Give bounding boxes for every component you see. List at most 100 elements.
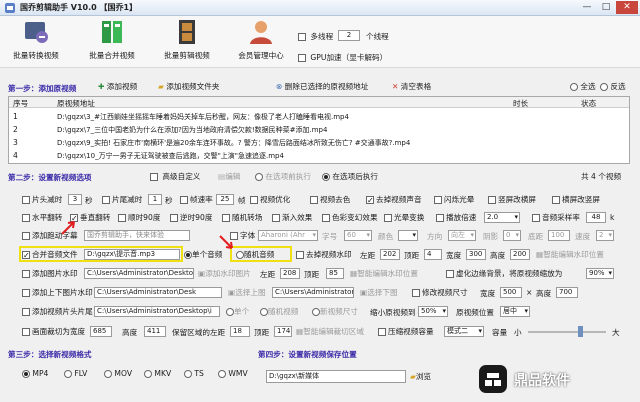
table-row-path[interactable]: D:\gqzx\9_实拍! 石家庄市'南横环'是遍20余车连环事故。? 警方：降… (57, 138, 410, 148)
add-head-tail-option[interactable]: 添加视频片头片尾 (22, 306, 93, 318)
random-video-radio[interactable] (260, 308, 268, 316)
tail-cut-checkbox[interactable] (102, 196, 110, 204)
advanced-option[interactable]: 高级自定义 (150, 171, 200, 183)
optimize-option[interactable]: 视频优化 (250, 194, 290, 206)
blur-bg-option[interactable]: 虚化边缘背景，将原视频缩放为 (446, 268, 562, 280)
minimize-button[interactable]: — (578, 1, 596, 14)
top-image-path-input[interactable]: C:\Users\Administrator\Desk (94, 287, 222, 298)
add-topbottom-option[interactable]: 添加上下图片水印 (22, 287, 93, 299)
sample-rate-input[interactable]: 48 (586, 212, 606, 223)
head-cut-input[interactable]: 3 (68, 194, 82, 205)
new-video-size-radio[interactable] (312, 308, 320, 316)
height-input[interactable]: 700 (556, 287, 578, 298)
speed-select[interactable]: 2 (596, 230, 614, 241)
format-radio[interactable] (22, 370, 30, 378)
wm-height-input[interactable]: 200 (510, 249, 530, 260)
random-video-option[interactable]: 随机视频 (260, 306, 298, 318)
head-cut-option[interactable]: 片头减时 (22, 194, 62, 206)
batch-merge-button[interactable]: 批量合并视频 (83, 19, 141, 67)
select-all-radio[interactable] (570, 83, 578, 91)
single-video-option[interactable]: 单个 (226, 306, 249, 318)
color-select[interactable] (398, 230, 418, 241)
member-center-button[interactable]: 会员管理中心 (232, 19, 290, 67)
exec-before-radio[interactable] (255, 173, 263, 181)
format-option[interactable]: FLV (64, 368, 87, 380)
fps-input[interactable]: 25 (216, 194, 234, 205)
edit-button[interactable]: ▤编辑 (218, 171, 240, 183)
batch-convert-button[interactable]: 批量转换视频 (7, 19, 65, 67)
add-video-button[interactable]: ✚ 添加视频 (98, 81, 137, 92)
modify-size-option[interactable]: 修改视频尺寸 (412, 287, 468, 299)
sample-rate-checkbox[interactable] (532, 214, 540, 222)
gpu-checkbox[interactable] (298, 54, 306, 62)
hflip-checkbox[interactable] (22, 214, 30, 222)
width-input[interactable]: 500 (500, 287, 522, 298)
rot270-checkbox[interactable] (170, 214, 178, 222)
flicker-option[interactable]: 闪烁光晕 (434, 194, 474, 206)
invert-radio[interactable] (600, 83, 608, 91)
light-change-option[interactable]: 光晕变换 (384, 212, 424, 224)
exec-after-radio[interactable] (322, 173, 330, 181)
position-select[interactable]: 居中 (500, 306, 530, 317)
add-image-watermark-button[interactable]: ▣添加水印图片 (198, 268, 251, 280)
bg-audio-option[interactable]: 合并音频文件 (22, 249, 78, 261)
remove-watermark-option[interactable]: 去掉视频水印 (296, 249, 352, 261)
exec-after-option[interactable]: 在选项后执行 (322, 171, 378, 183)
format-radio[interactable] (184, 370, 192, 378)
compress-checkbox[interactable] (378, 328, 386, 336)
bottom-image-path-input[interactable]: C:\Users\Administrator\Desk (272, 287, 354, 298)
single-audio-radio[interactable] (184, 251, 192, 259)
wm-left-input[interactable]: 202 (380, 249, 400, 260)
fps-checkbox[interactable] (180, 196, 188, 204)
close-button[interactable]: ✕ (616, 1, 638, 14)
save-path-input[interactable]: D:\gqzx\新媒体 (266, 370, 406, 383)
multithread-checkbox[interactable] (298, 33, 306, 41)
random-audio-option[interactable]: 随机音频 (236, 249, 274, 261)
shrink-select[interactable]: 50% (418, 306, 448, 317)
random-transition-option[interactable]: 随机转场 (222, 212, 262, 224)
keep-top-input[interactable]: 174 (274, 326, 292, 337)
head-tail-path-input[interactable]: C:\Users\Administrator\Desktop\i (94, 306, 220, 317)
new-video-size-option[interactable]: 新视频尺寸 (312, 306, 358, 318)
add-topbottom-checkbox[interactable] (22, 289, 30, 297)
shadow-select[interactable]: 0 (503, 230, 521, 241)
auto-watermark-button[interactable]: ▦智能编辑水印位置 (536, 249, 604, 261)
compress-mode-select[interactable]: 模式二 (444, 326, 484, 337)
add-image-option[interactable]: 添加图片水印 (22, 268, 78, 280)
format-option[interactable]: WMV (218, 368, 248, 380)
play-speed-select[interactable]: 2.0 (484, 212, 520, 223)
crop-height-input[interactable]: 411 (144, 326, 166, 337)
remove-audio-checkbox[interactable] (366, 196, 374, 204)
h2v-checkbox[interactable] (552, 196, 560, 204)
single-audio-option[interactable]: 单个音频 (184, 249, 222, 261)
auto-image-button[interactable]: ▦智能编辑水印位置 (350, 268, 418, 280)
crop-option[interactable]: 画面裁切为宽度 (22, 326, 85, 338)
invert-option[interactable]: 反选 (600, 81, 626, 93)
table-row-path[interactable]: D:\gqzx\3_#江西躺娃坐摇摇车睡着妈妈关掉车后秒醒，网友：像极了老人打瞌… (57, 112, 349, 122)
bg-audio-path-input[interactable]: D:\gqzx\提示音.mp3 (84, 249, 180, 260)
random-transition-checkbox[interactable] (222, 214, 230, 222)
choose-bottom-image-button[interactable]: ▣选择下图 (360, 287, 398, 299)
blur-bg-checkbox[interactable] (446, 270, 454, 278)
wm-top-input[interactable]: 4 (424, 249, 442, 260)
crop-width-input[interactable]: 685 (90, 326, 112, 337)
gpu-option[interactable]: GPU加速（显卡解码） (298, 52, 387, 64)
thread-count-input[interactable]: 2 (338, 30, 360, 41)
modify-size-checkbox[interactable] (412, 289, 420, 297)
browse-button[interactable]: ▰浏览 (410, 371, 431, 383)
dynamic-subtitle-checkbox[interactable] (22, 232, 30, 240)
format-radio[interactable] (144, 370, 152, 378)
auto-crop-button[interactable]: ▦智能编辑裁切区域 (296, 326, 364, 338)
capacity-slider-thumb[interactable] (578, 326, 583, 337)
direction-select[interactable]: 向左 (448, 230, 476, 241)
format-radio[interactable] (104, 370, 112, 378)
add-folder-button[interactable]: ▰ 添加视频文件夹 (158, 81, 219, 92)
format-radio[interactable] (218, 370, 226, 378)
wm-width-input[interactable]: 300 (466, 249, 486, 260)
color-change-checkbox[interactable] (322, 214, 330, 222)
format-option[interactable]: TS (184, 368, 204, 380)
choose-top-image-button[interactable]: ▣选择上图 (228, 287, 266, 299)
size-select[interactable]: 60 (344, 230, 372, 241)
blur-scale-select[interactable]: 90% (586, 268, 614, 279)
delete-selected-button[interactable]: ⊗ 删除已选择的原视频地址 (276, 81, 368, 92)
